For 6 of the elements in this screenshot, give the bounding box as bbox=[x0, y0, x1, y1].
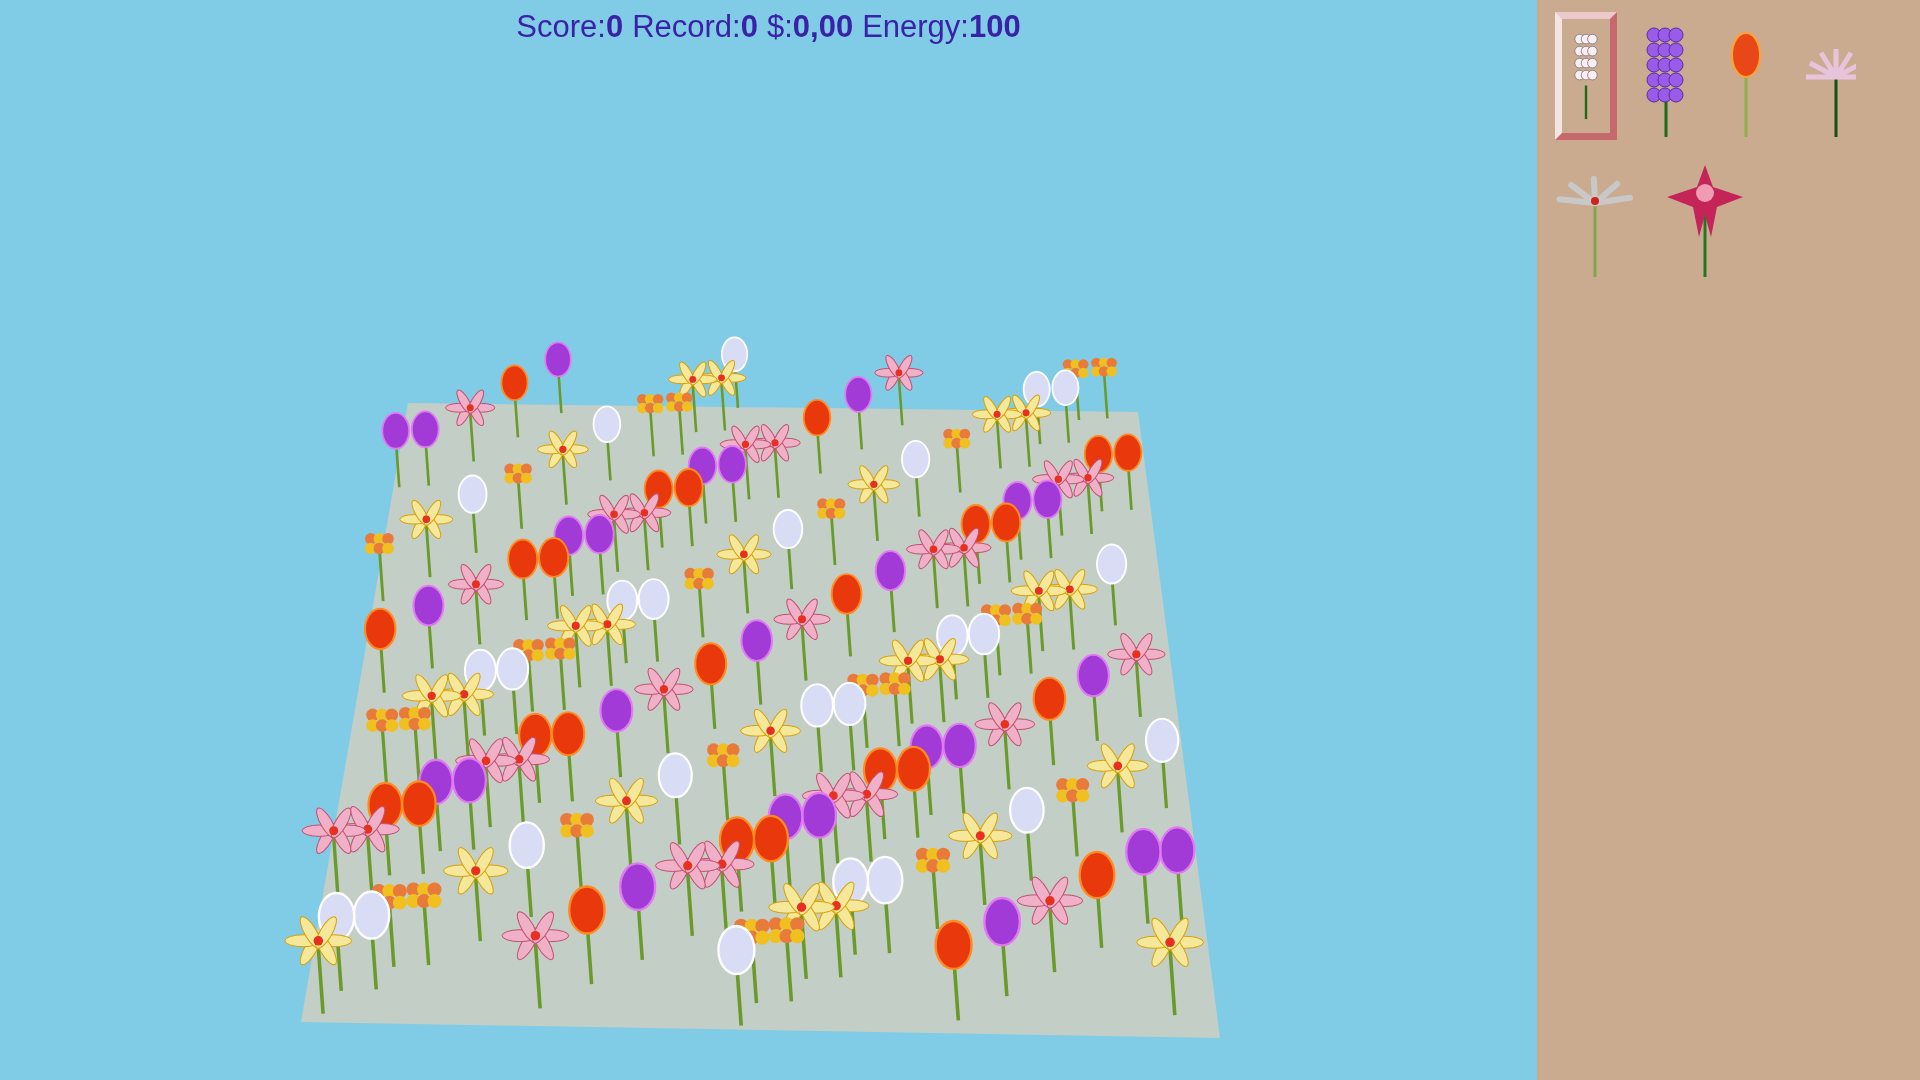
hud-stat: $:0,00 bbox=[766, 8, 854, 46]
hud-stat: Energy:100 bbox=[862, 8, 1021, 46]
hud-stat: Record:0 bbox=[632, 8, 758, 46]
flower-icon bbox=[1665, 165, 1745, 280]
hud-stat: Score:0 bbox=[516, 8, 624, 46]
flower-palette-item[interactable] bbox=[1555, 12, 1617, 140]
